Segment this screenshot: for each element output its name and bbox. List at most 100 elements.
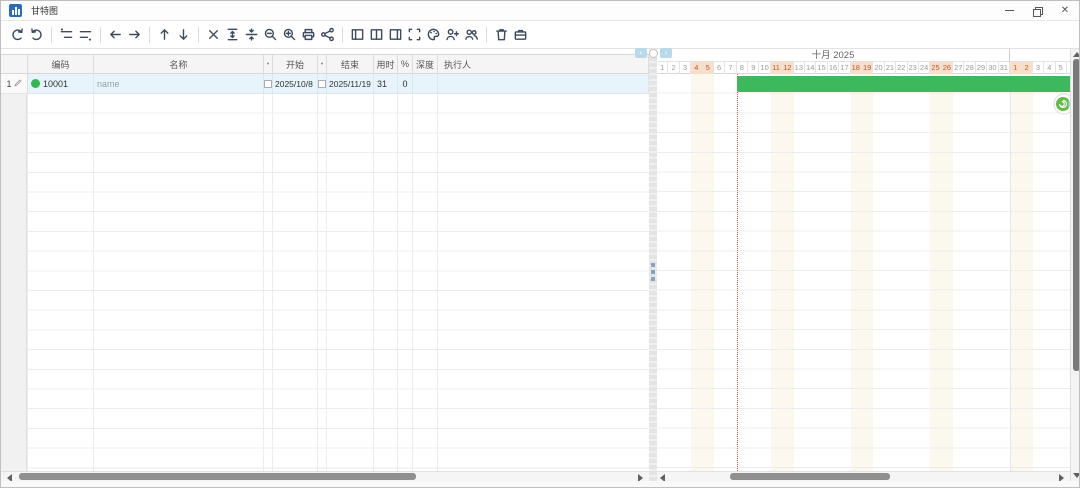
team-button[interactable] [462,24,481,46]
duration-cell[interactable]: 31 [374,74,398,93]
percent-cell[interactable]: 0 [398,74,413,93]
day-cell: 27 [953,62,964,74]
task-bar[interactable] [737,76,1070,92]
redo-icon [29,27,44,42]
col-header-end[interactable]: 结束 [327,55,374,73]
day-cell: 25 [930,62,941,74]
scroll-left-icon[interactable] [7,474,12,481]
toolbar-separator [342,27,343,43]
day-cell: 12 [782,62,793,74]
name-cell[interactable]: name [94,74,264,93]
title-bar: 甘特图 ✕ [1,1,1079,21]
print-button[interactable] [299,24,318,46]
start-checkbox[interactable] [264,80,272,88]
day-cell: 4 [1044,62,1055,74]
zoom-out-button[interactable] [261,24,280,46]
window-bottom-edge [1,481,1080,488]
executor-cell[interactable] [438,74,649,93]
undo-button[interactable] [8,24,27,46]
collapse-rows-button[interactable] [242,24,261,46]
arrow-right-button[interactable] [125,24,144,46]
day-cell: 30 [987,62,998,74]
start-flag-cell[interactable] [264,74,273,93]
redo-button[interactable] [27,24,46,46]
zoom-in-button[interactable] [280,24,299,46]
promote-button[interactable] [57,24,76,46]
day-cell: 4 [691,62,702,74]
task-grid-panel: 编码 名称 • 开始 • 结束 用时 % 深度 执行人 1 10001 [1,49,649,481]
scroll-up-icon[interactable] [1073,52,1080,57]
day-cell: 19 [862,62,873,74]
grid-column-line [412,94,413,471]
start-date-cell[interactable]: 2025/10/8 [273,74,318,93]
close-button[interactable]: ✕ [1051,1,1079,20]
restore-button[interactable] [1023,1,1051,20]
share-button[interactable] [318,24,337,46]
depth-cell[interactable] [413,74,438,93]
expand-rows-button[interactable] [223,24,242,46]
grid-horizontal-scrollbar[interactable] [1,471,649,481]
table-row[interactable]: 1 10001 name 2025/10/8 2025/11/19 31 0 [1,74,649,94]
split-right-button[interactable] [386,24,405,46]
end-date-cell[interactable]: 2025/11/19 [327,74,374,93]
grid-column-line [27,94,28,471]
fit-view-button[interactable] [405,24,424,46]
expand-rows-icon [225,27,240,42]
day-cell: 29 [976,62,987,74]
grid-hscroll-thumb[interactable] [19,473,416,480]
col-header-duration[interactable]: 用时 [374,55,398,73]
toolbox-icon [513,27,528,42]
trash-icon [494,27,509,42]
vertical-scrollbar[interactable] [1070,49,1080,481]
collapse-right-chevron-button[interactable]: › [660,48,672,58]
day-cell: 15 [816,62,827,74]
minimize-icon [1005,10,1014,11]
col-header-start-flag[interactable]: • [264,55,273,73]
col-header-percent[interactable]: % [398,55,413,73]
add-user-button[interactable] [443,24,462,46]
end-checkbox[interactable] [318,80,326,88]
end-flag-cell[interactable] [318,74,327,93]
code-cell[interactable]: 10001 [28,74,94,93]
arrow-down-button[interactable] [174,24,193,46]
splitter-knob[interactable] [649,49,658,58]
split-left-button[interactable] [348,24,367,46]
collapse-left-chevron-button[interactable]: ‹ [635,48,647,58]
day-cell: 22 [896,62,907,74]
col-header-rownum[interactable] [1,55,28,73]
splitter-grip[interactable] [651,263,655,281]
scroll-right-icon[interactable] [1059,474,1064,481]
demote-button[interactable] [76,24,95,46]
arrow-up-button[interactable] [155,24,174,46]
split-columns-button[interactable] [367,24,386,46]
col-header-code[interactable]: 编码 [28,55,94,73]
delete-button[interactable] [204,24,223,46]
scroll-down-icon[interactable] [1073,473,1080,478]
day-cell: 31 [999,62,1010,74]
col-header-name[interactable]: 名称 [94,55,264,73]
scroll-right-icon[interactable] [638,474,643,481]
arrow-left-button[interactable] [106,24,125,46]
split-columns-icon [369,27,384,42]
vscroll-thumb[interactable] [1073,59,1080,371]
chart-hscroll-thumb[interactable] [730,473,890,480]
day-cell: 24 [919,62,930,74]
minimize-button[interactable] [995,1,1023,20]
col-header-end-flag[interactable]: • [318,55,327,73]
toolbox-button[interactable] [511,24,530,46]
col-header-depth[interactable]: 深度 [413,55,438,73]
day-cell: 2 [1021,62,1032,74]
chart-body [657,74,1070,471]
trash-button[interactable] [492,24,511,46]
day-cell: 10 [759,62,770,74]
chart-row-lines [657,74,1070,471]
col-header-executor[interactable]: 执行人 [438,55,649,73]
toolbar-separator [149,27,150,43]
locate-task-button[interactable] [1053,93,1070,115]
col-header-start[interactable]: 开始 [273,55,318,73]
chart-horizontal-scrollbar[interactable] [657,471,1070,481]
scroll-left-icon[interactable] [660,474,665,481]
print-icon [301,27,316,42]
task-status-dot-icon [31,79,40,88]
palette-button[interactable] [424,24,443,46]
